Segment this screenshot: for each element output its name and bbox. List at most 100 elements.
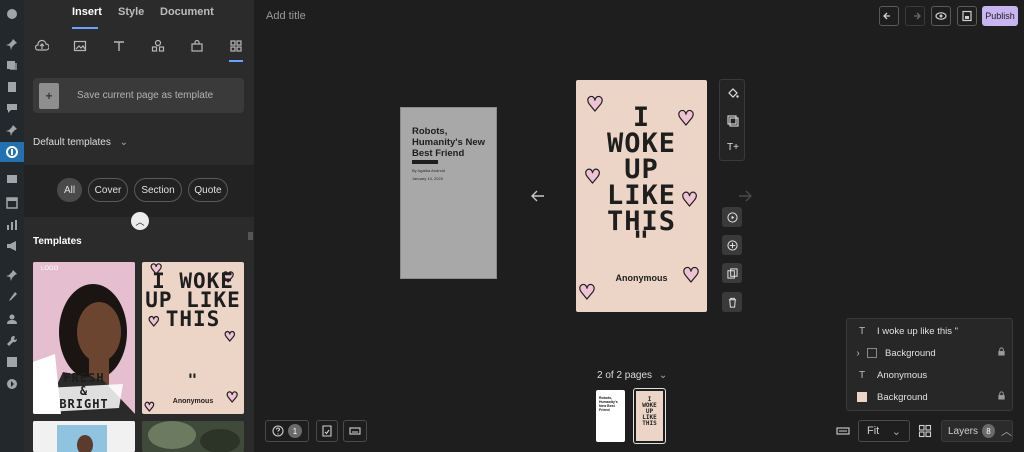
undo-icon — [883, 12, 890, 20]
stories-icon[interactable] — [0, 142, 24, 162]
layer-item-anonymous[interactable]: T Anonymous — [847, 364, 1014, 386]
template-card-woke-up[interactable]: ♥ ♥ ♥ ♥ ♥ ♥ I WOKE UP LIKE THIS " Anonym… — [142, 262, 244, 414]
collapse-menu-icon[interactable] — [5, 377, 19, 391]
megaphone-icon[interactable] — [5, 239, 19, 253]
pin-icon[interactable] — [5, 123, 19, 137]
publish-button[interactable]: Publish — [982, 6, 1018, 26]
fresh-bright-text: FRESH & BRIGHT — [59, 371, 109, 411]
pages-icon[interactable] — [5, 80, 19, 94]
zoom-select[interactable]: Fit ⌄ — [858, 420, 910, 442]
checklist-button[interactable] — [316, 420, 338, 442]
text-layer-icon: T — [858, 325, 866, 337]
filter-section[interactable]: Section — [134, 178, 182, 202]
comments-icon[interactable] — [5, 101, 19, 115]
chevron-down-icon: ⌄ — [891, 425, 901, 438]
zoom-label: Fit — [867, 425, 880, 437]
lock-icon[interactable] — [997, 391, 1006, 403]
quote-text[interactable]: I WOKE UP LIKE THIS " — [576, 104, 707, 255]
active-insert-indicator — [229, 60, 243, 62]
help-button[interactable]: 1 — [265, 420, 309, 442]
layers-toggle-button[interactable]: Layers 8 ︿ — [941, 420, 1013, 442]
help-icon — [272, 425, 284, 437]
logo-text: LOGO — [41, 266, 59, 272]
undo-button[interactable] — [879, 6, 899, 26]
story-title-input[interactable]: Add title — [266, 10, 306, 22]
templates-grid-icon[interactable] — [226, 36, 246, 56]
author-text[interactable]: Anonymous — [576, 273, 707, 283]
save-as-template-button[interactable]: + Save current page as template — [33, 78, 244, 113]
keyboard-shortcuts-button[interactable] — [343, 420, 367, 442]
group-layer-icon — [867, 348, 877, 358]
chevron-up-icon: ︿ — [1001, 426, 1012, 438]
lock-icon[interactable] — [997, 347, 1006, 359]
fill-bucket-icon[interactable] — [726, 86, 740, 100]
save-draft-button[interactable] — [957, 6, 977, 26]
appearance-icon[interactable] — [5, 196, 19, 210]
save-icon — [962, 10, 972, 22]
background-swatch-icon — [857, 392, 867, 402]
plugins-icon[interactable] — [5, 268, 19, 282]
preview-button[interactable] — [931, 6, 951, 26]
active-tab-indicator — [72, 27, 98, 29]
tab-insert[interactable]: Insert — [72, 6, 102, 18]
template-card-3[interactable] — [33, 421, 135, 452]
page-count-label: 2 of 2 pages — [597, 370, 653, 381]
redo-button[interactable] — [905, 6, 925, 26]
layers-panel: T I woke up like this " › Background T A… — [846, 318, 1013, 411]
settings-icon[interactable] — [5, 355, 19, 369]
page-thumbnail-2[interactable]: I WOKE UP LIKE THIS — [633, 388, 666, 444]
filter-cover[interactable]: Cover — [88, 178, 128, 202]
story-page-1[interactable]: Robots, Humanity's New Best Friend By Ag… — [400, 107, 497, 279]
add-text-icon[interactable]: T+ — [726, 140, 740, 154]
add-page-button[interactable] — [722, 235, 742, 255]
wrench-icon[interactable] — [5, 334, 19, 348]
dashboard-icon[interactable] — [5, 7, 19, 21]
feedback-icon[interactable] — [5, 172, 19, 186]
filter-quote[interactable]: Quote — [188, 178, 228, 202]
layer-item-quote[interactable]: T I woke up like this " — [847, 320, 1014, 342]
thumb1-title: Robots, Humanity's New Best Friend — [599, 396, 618, 412]
filter-all[interactable]: All — [57, 178, 82, 202]
previous-page-arrow-icon[interactable] — [530, 188, 546, 204]
layer-item-background-group[interactable]: › Background — [847, 342, 1014, 364]
scrollbar-thumb[interactable] — [248, 232, 253, 240]
tab-style[interactable]: Style — [118, 6, 144, 18]
next-page-arrow-icon[interactable] — [737, 188, 753, 204]
redo-icon — [914, 12, 921, 20]
users-icon[interactable] — [5, 312, 19, 326]
analytics-icon[interactable] — [5, 218, 19, 232]
template-card-fresh-bright[interactable]: LOGO FRESH & BRIGHT — [33, 262, 135, 414]
media-icon[interactable] — [5, 58, 19, 72]
story-page-2[interactable]: ♥ ♥ ♥ ♥ ♥ ♥ I WOKE UP LIKE THIS " Anonym… — [576, 80, 707, 312]
keyboard-icon — [349, 427, 361, 435]
chevron-right-icon[interactable]: › — [853, 348, 863, 359]
page-count-dropdown[interactable]: 2 of 2 pages ⌄ — [597, 370, 667, 381]
delete-page-button[interactable] — [722, 292, 742, 312]
text-icon[interactable] — [109, 36, 129, 56]
background-image-icon[interactable] — [726, 114, 740, 128]
tab-document[interactable]: Document — [160, 6, 214, 18]
category-tag — [412, 160, 438, 164]
shapes-icon[interactable] — [148, 36, 168, 56]
quote-text: I WOKE UP LIKE THIS — [145, 269, 241, 331]
template-card-4[interactable] — [142, 421, 244, 452]
safe-zone-icon[interactable] — [836, 424, 850, 438]
chevron-down-icon: ⌄ — [119, 137, 128, 148]
shopping-bag-icon[interactable] — [187, 36, 207, 56]
page-thumbnail-1[interactable]: Robots, Humanity's New Best Friend — [596, 390, 625, 442]
save-template-label: Save current page as template — [77, 90, 214, 101]
duplicate-page-button[interactable] — [722, 263, 742, 283]
wp-admin-menu — [0, 0, 24, 452]
play-icon — [726, 211, 738, 223]
default-templates-dropdown[interactable]: Default templates ⌄ — [33, 137, 128, 148]
image-icon[interactable] — [70, 36, 90, 56]
tools-brush-icon[interactable] — [5, 290, 19, 304]
plus-circle-icon — [726, 239, 738, 251]
upload-icon[interactable] — [32, 36, 52, 56]
grid-view-icon[interactable] — [918, 424, 932, 438]
text-layer-icon: T — [858, 369, 866, 381]
collapse-filters-button[interactable]: ︿ — [131, 212, 149, 230]
animation-button[interactable] — [722, 207, 742, 227]
posts-pin-icon[interactable] — [5, 37, 19, 51]
layer-item-background[interactable]: Background — [847, 386, 1014, 408]
